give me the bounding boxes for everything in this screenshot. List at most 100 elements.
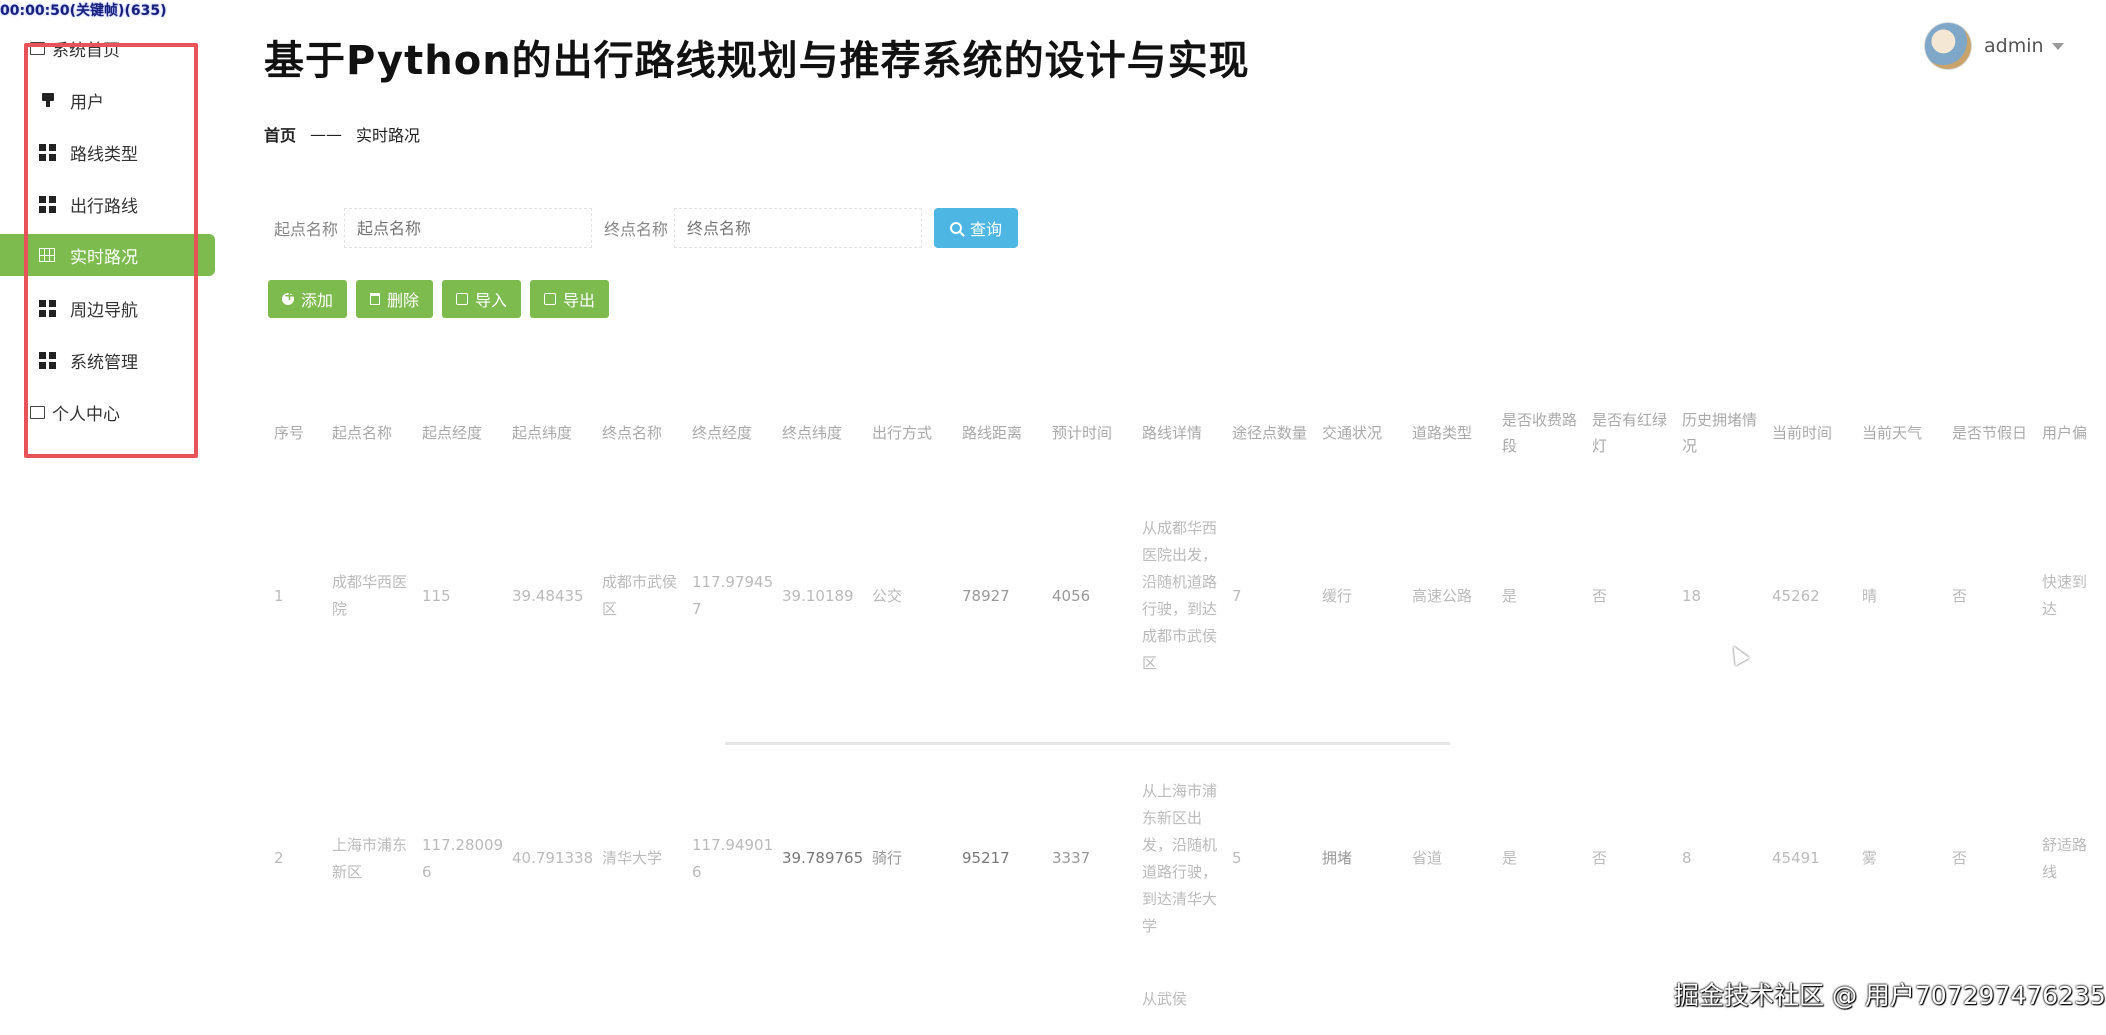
plus-icon [282,289,295,305]
breadcrumb-home[interactable]: 首页 [264,122,296,146]
col-header: 终点经度 [692,424,753,442]
cell: 39.789765 [782,849,864,867]
cell: 成都市武侯区 [602,573,678,618]
col-header: 起点名称 [332,424,393,442]
cell: 舒适路线 [2042,835,2088,881]
sidebar-item-traffic[interactable]: 实时路况 [0,234,215,276]
col-header: 途径点数量 [1232,424,1308,442]
cell: 117.979457 [692,573,774,618]
col-header: 路线距离 [962,424,1023,442]
col-header: 当前时间 [1772,424,1833,442]
col-header: 道路类型 [1412,424,1473,442]
col-header: 用户偏 [2042,424,2088,442]
sidebar-item-label: 出行路线 [70,196,138,217]
search-bar: 起点名称 终点名称 查询 [274,208,1019,248]
page-title: 基于Python的出行路线规划与推荐系统的设计与实现 [264,38,1250,84]
cell: 高速公路 [1412,586,1473,605]
sidebar-item-system-management[interactable]: 系统管理 [0,339,215,381]
cell: 1 [274,586,284,605]
col-header: 起点纬度 [512,424,573,442]
trash-icon [370,293,381,305]
cell: 上海市浦东新区 [332,835,408,881]
sidebar-item-label: 实时路况 [70,247,138,268]
col-header: 终点纬度 [782,424,843,442]
search-icon [950,222,963,234]
cell: 95217 [962,849,1010,867]
cell: 115 [422,586,451,605]
cell: 快速到达 [2042,573,2088,618]
import-button-label: 导入 [475,291,508,310]
cell: 雾 [1862,849,1878,867]
table-row[interactable]: 1 成都华西医院 115 39.48435 成都市武侯区 117.979457 … [270,461,2092,731]
sidebar-item-nearby-nav[interactable]: 周边导航 [0,287,215,329]
username[interactable]: admin [1984,35,2044,57]
cell: 从武侯 [1142,990,1188,1008]
cell: 3337 [1052,849,1091,867]
export-button-label: 导出 [563,291,596,310]
square-icon [28,403,46,421]
cell: 否 [1952,586,1968,605]
table-icon [38,246,56,264]
import-icon [456,293,469,305]
sidebar-item-home[interactable]: 系统首页 [0,30,215,66]
start-name-input[interactable] [344,208,593,248]
grid-icon [38,299,56,317]
cell: 清华大学 [602,849,663,867]
table-header-row: 序号 起点名称 起点经度 起点纬度 终点名称 终点经度 终点纬度 出行方式 路线… [270,405,2092,461]
cell: 18 [1682,586,1702,605]
cell: 45491 [1772,849,1820,867]
watermark: 掘金技术社区 @ 用户707297476235 [1674,981,2106,1010]
query-button[interactable]: 查询 [934,208,1019,248]
home-square-icon [28,39,46,57]
cell: 拥堵 [1322,849,1353,867]
col-header: 历史拥堵情况 [1682,411,1758,455]
cell: 是 [1502,849,1518,867]
cell: 成都华西医院 [332,573,408,618]
sidebar-item-users[interactable]: 用户 [0,79,215,121]
add-button-label: 添加 [301,291,334,310]
cell: 39.10189 [782,586,854,605]
cell: 是 [1502,586,1518,605]
col-header: 出行方式 [872,424,933,442]
grid-icon [38,351,56,369]
delete-button[interactable]: 删除 [356,280,434,318]
sidebar: 系统首页 用户 路线类型 出行路线 实时路况 周边导航 系统管理 个人中心 [0,30,220,470]
col-header: 当前天气 [1862,424,1923,442]
sidebar-item-route-types[interactable]: 路线类型 [0,131,215,173]
cell: 省道 [1412,849,1443,867]
col-header: 序号 [274,424,305,442]
sidebar-item-label: 路线类型 [70,144,138,165]
import-button[interactable]: 导入 [442,280,522,318]
col-header: 是否有红绿灯 [1592,411,1668,455]
cell: 否 [1592,849,1608,867]
cell: 从上海市浦东新区出发，沿随机道路行驶，到达清华大学 [1142,781,1218,935]
cell: 骑行 [872,849,903,867]
user-menu[interactable]: admin [1924,22,2064,70]
sidebar-item-profile[interactable]: 个人中心 [0,391,215,433]
cell: 2 [274,849,284,867]
chevron-down-icon[interactable] [2051,42,2064,50]
cell: 45262 [1772,586,1820,605]
col-header: 交通状况 [1322,424,1383,442]
user-icon [38,91,56,109]
traffic-table: 序号 起点名称 起点经度 起点纬度 终点名称 终点经度 终点纬度 出行方式 路线… [270,405,2092,1026]
export-button[interactable]: 导出 [530,280,610,318]
cell: 40.791338 [512,849,594,867]
cell: 4056 [1052,586,1091,605]
end-name-label: 终点名称 [604,220,669,239]
col-header: 预计时间 [1052,424,1113,442]
sidebar-item-travel-routes[interactable]: 出行路线 [0,183,215,225]
grid-icon [38,143,56,161]
start-name-label: 起点名称 [274,220,339,239]
avatar[interactable] [1924,22,1972,70]
cell: 否 [1952,849,1968,867]
cell: 39.48435 [512,586,584,605]
query-button-label: 查询 [970,220,1003,239]
col-header: 终点名称 [602,424,663,442]
sidebar-item-label: 系统首页 [52,40,120,61]
table-row[interactable]: 2 上海市浦东新区 117.280096 40.791338 清华大学 117.… [270,731,2092,986]
add-button[interactable]: 添加 [268,280,348,318]
cell: 117.280096 [422,835,504,881]
end-name-input[interactable] [674,208,923,248]
sidebar-item-label: 周边导航 [70,300,138,321]
